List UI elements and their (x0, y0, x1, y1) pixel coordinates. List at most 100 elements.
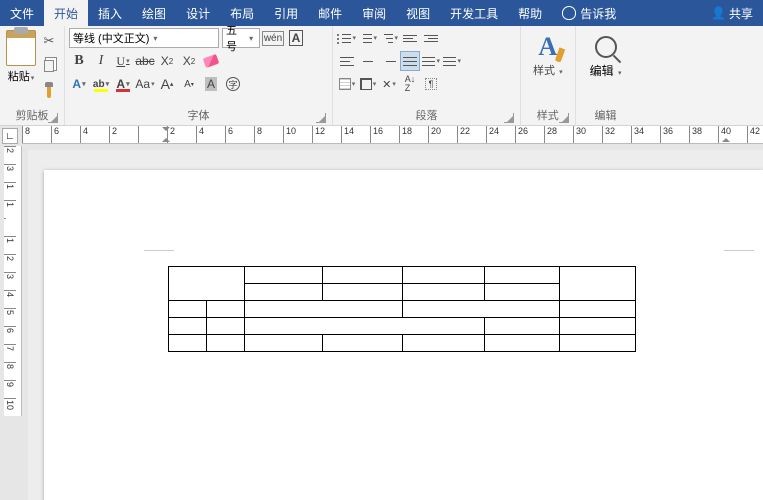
tab-file[interactable]: 文件 (0, 0, 44, 26)
eraser-icon (203, 54, 220, 68)
font-name-combo[interactable]: 等线 (中文正文)▾ (69, 28, 219, 48)
horizontal-ruler[interactable]: 8642246810121416182022242628303234363840… (22, 126, 763, 144)
increase-indent-button[interactable] (421, 28, 441, 48)
sort-button[interactable]: A↓Z (400, 74, 420, 94)
numbering-button[interactable]: ▾ (358, 28, 378, 48)
lightbulb-icon (562, 6, 576, 20)
find-button[interactable]: 编辑 ▾ (580, 28, 632, 105)
tab-insert[interactable]: 插入 (88, 0, 132, 26)
character-border-button[interactable]: A (286, 28, 306, 48)
tab-home[interactable]: 开始 (44, 0, 88, 26)
borders-button[interactable]: ▾ (358, 74, 378, 94)
paragraph-launcher[interactable] (504, 113, 514, 123)
pilcrow-icon: ¶ (425, 78, 437, 90)
justify-button[interactable] (400, 51, 420, 71)
indent-icon (424, 35, 438, 42)
scissors-icon (44, 33, 55, 49)
ribbon: 粘贴▾ 剪贴板 等线 (中文正文)▾ 五号▾ wén A B I U▾ abc (0, 26, 763, 126)
paragraph-group-label: 段落 (416, 110, 438, 122)
group-font: 等线 (中文正文)▾ 五号▾ wén A B I U▾ abc X2 X2 A▾… (65, 26, 333, 125)
format-painter-button[interactable] (41, 84, 57, 100)
tellme[interactable]: 告诉我 (552, 0, 626, 26)
tab-references[interactable]: 引用 (264, 0, 308, 26)
styles-group-label: 样式 (537, 110, 559, 122)
justify-icon (403, 55, 417, 67)
line-spacing-icon (422, 55, 435, 67)
font-launcher[interactable] (316, 113, 326, 123)
char-border-icon: A (289, 30, 304, 46)
bullets-icon (338, 32, 351, 44)
strikethrough-button[interactable]: abc (135, 51, 155, 71)
subscript-button[interactable]: X2 (157, 51, 177, 71)
line-spacing-button[interactable]: ▾ (421, 51, 441, 71)
styles-button[interactable]: A 样式 ▾ (525, 28, 571, 105)
font-size-combo[interactable]: 五号▾ (222, 28, 260, 48)
align-right-button[interactable] (379, 51, 399, 71)
group-editing: 编辑 ▾ 编辑 (576, 26, 636, 125)
text-effects-button[interactable]: A▾ (69, 74, 89, 94)
decrease-indent-button[interactable] (400, 28, 420, 48)
clear-formatting-button[interactable] (201, 51, 221, 71)
share-button[interactable]: 👤共享 (701, 0, 763, 26)
snap-to-grid-button[interactable]: ✕▾ (379, 74, 399, 94)
align-center-button[interactable] (358, 51, 378, 71)
change-case-button[interactable]: Aa▾ (135, 74, 155, 94)
chevron-down-icon: ▾ (249, 34, 256, 43)
character-shading-button[interactable]: A (201, 74, 221, 94)
tab-draw[interactable]: 绘图 (132, 0, 176, 26)
italic-button[interactable]: I (91, 51, 111, 71)
shading-icon (339, 78, 351, 90)
paste-button[interactable]: 粘贴▾ (6, 68, 36, 84)
superscript-button[interactable]: X2 (179, 51, 199, 71)
clipboard-launcher[interactable] (48, 113, 58, 123)
copy-button[interactable] (41, 58, 57, 74)
tab-design[interactable]: 设计 (176, 0, 220, 26)
tab-developer[interactable]: 开发工具 (440, 0, 508, 26)
paste-icon[interactable] (6, 30, 36, 66)
styles-launcher[interactable] (559, 113, 569, 123)
highlight-button[interactable]: ab▾ (91, 74, 111, 94)
tab-review[interactable]: 审阅 (352, 0, 396, 26)
align-left-button[interactable] (337, 51, 357, 71)
distribute-button[interactable]: ▾ (442, 51, 462, 71)
shading-button[interactable]: ▾ (337, 74, 357, 94)
grid-icon: ✕ (382, 78, 391, 91)
distribute-icon (443, 55, 456, 67)
phonetic-icon: wén (262, 31, 284, 46)
bullets-button[interactable]: ▾ (337, 28, 357, 48)
font-group-label: 字体 (188, 110, 210, 122)
tab-mailings[interactable]: 邮件 (308, 0, 352, 26)
font-color-button[interactable]: A▾ (113, 74, 133, 94)
grow-font-button[interactable]: A▴ (157, 74, 177, 94)
align-center-icon (361, 55, 375, 67)
ribbon-tabs: 文件 开始 插入 绘图 设计 布局 引用 邮件 审阅 视图 开发工具 帮助 告诉… (0, 0, 763, 26)
document-table[interactable] (168, 266, 636, 352)
align-left-icon (340, 55, 354, 67)
border-icon (360, 78, 372, 90)
editing-group-label: 编辑 (580, 105, 632, 125)
tab-selector[interactable]: ∟ (2, 128, 18, 144)
sort-icon: A↓Z (405, 75, 416, 93)
chevron-down-icon: ▾ (153, 34, 161, 43)
align-right-icon (382, 55, 396, 67)
bold-button[interactable]: B (69, 51, 89, 71)
tab-view[interactable]: 视图 (396, 0, 440, 26)
shrink-font-button[interactable]: A▾ (179, 74, 199, 94)
group-paragraph: ▾ ▾ ▾ ▾ ▾ ▾ ▾ ✕▾ A↓Z ¶ 段落 (333, 26, 521, 125)
document-canvas[interactable] (28, 150, 763, 500)
enclose-characters-button[interactable]: 字 (223, 74, 243, 94)
copy-icon (44, 60, 54, 72)
group-styles: A 样式 ▾ 样式 (521, 26, 576, 125)
multilevel-list-button[interactable]: ▾ (379, 28, 399, 48)
vertical-ruler[interactable]: 231112345678910 (4, 146, 22, 416)
phonetic-guide-button[interactable]: wén (263, 28, 283, 48)
tab-help[interactable]: 帮助 (508, 0, 552, 26)
show-marks-button[interactable]: ¶ (421, 74, 441, 94)
multilevel-icon (380, 32, 393, 44)
underline-button[interactable]: U▾ (113, 51, 133, 71)
brush-icon (47, 86, 51, 98)
page (44, 170, 763, 500)
group-clipboard: 粘贴▾ 剪贴板 (0, 26, 65, 125)
cut-button[interactable] (41, 33, 57, 49)
search-icon (595, 36, 617, 58)
